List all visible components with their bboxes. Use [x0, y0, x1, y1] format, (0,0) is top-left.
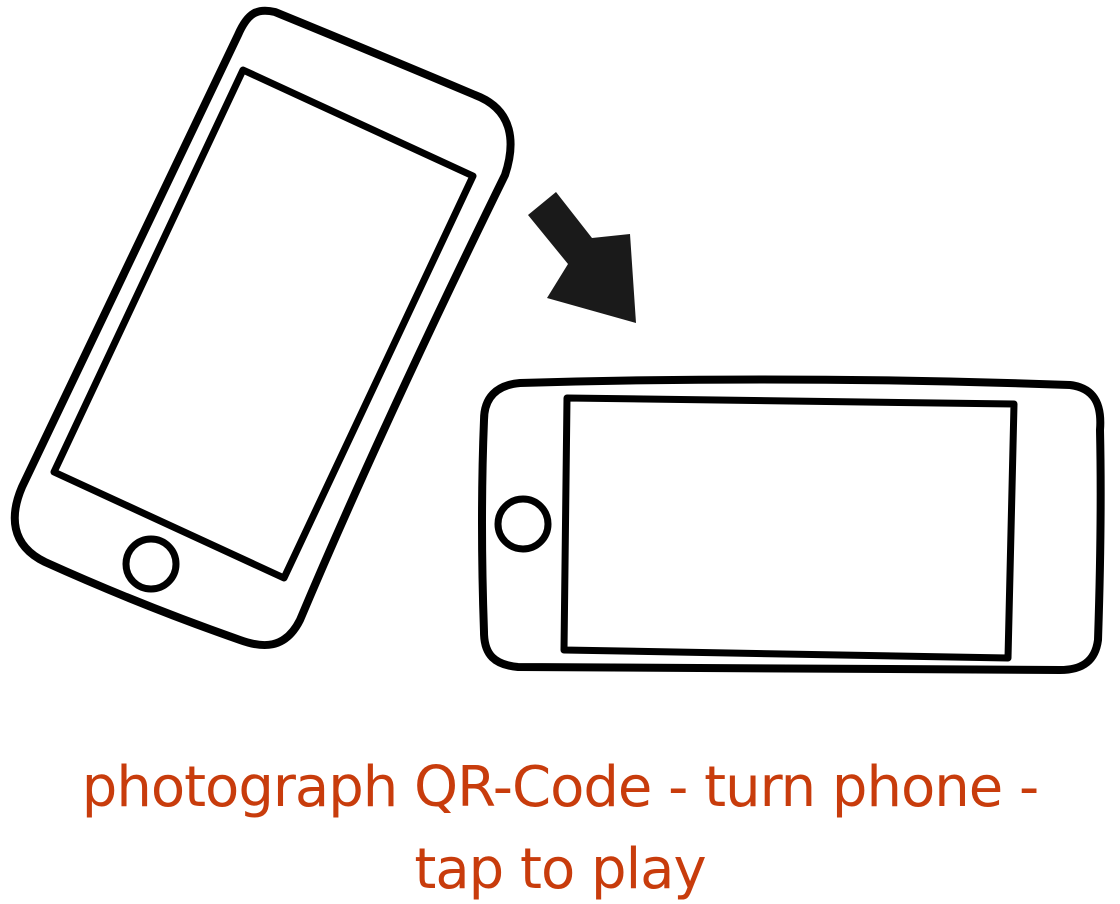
instruction-line-2: tap to play [414, 837, 706, 902]
arrow-down-right-icon [528, 192, 636, 323]
instruction-line-1: photograph QR-Code - turn phone - [81, 755, 1039, 820]
phone-landscape-icon [478, 375, 1105, 674]
phone-portrait-tilted-icon [10, 6, 515, 650]
rotate-phone-illustration [10, 6, 1105, 674]
